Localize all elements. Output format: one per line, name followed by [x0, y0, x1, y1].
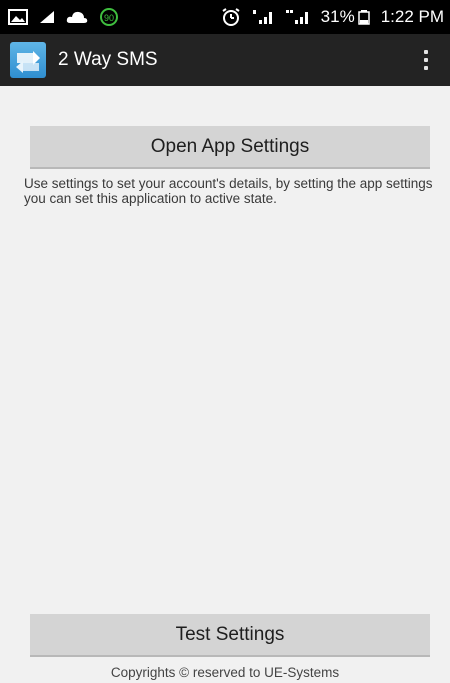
signal-wedge-icon [38, 9, 56, 25]
status-bar: 90 31% 1:22 PM [0, 0, 450, 34]
app-title: 2 Way SMS [58, 49, 158, 70]
two-way-arrows-icon [10, 42, 46, 78]
alarm-clock-icon [221, 7, 241, 27]
open-app-settings-button[interactable]: Open App Settings [30, 126, 430, 169]
status-time: 1:22 PM [380, 7, 444, 26]
test-settings-button[interactable]: Test Settings [30, 614, 430, 657]
gallery-icon [8, 8, 28, 26]
status-bar-left: 90 [8, 7, 120, 27]
action-bar: 2 Way SMS [0, 34, 450, 86]
battery-icon [357, 8, 371, 26]
svg-text:90: 90 [104, 13, 114, 23]
overflow-menu-icon[interactable] [414, 40, 438, 80]
battery-percent: 31% [320, 7, 355, 26]
signal-sim2-icon [285, 8, 311, 26]
app-notification-icon: 90 [98, 7, 120, 27]
copyright-footer: Copyrights © reserved to UE-Systems [110, 665, 340, 680]
main-content: Open App Settings Use settings to set yo… [0, 86, 450, 683]
cloud-upload-icon [66, 9, 88, 25]
status-bar-right: 31% 1:22 PM [221, 7, 444, 27]
signal-sim1-icon [251, 8, 275, 26]
settings-description: Use settings to set your account's detai… [24, 176, 433, 206]
